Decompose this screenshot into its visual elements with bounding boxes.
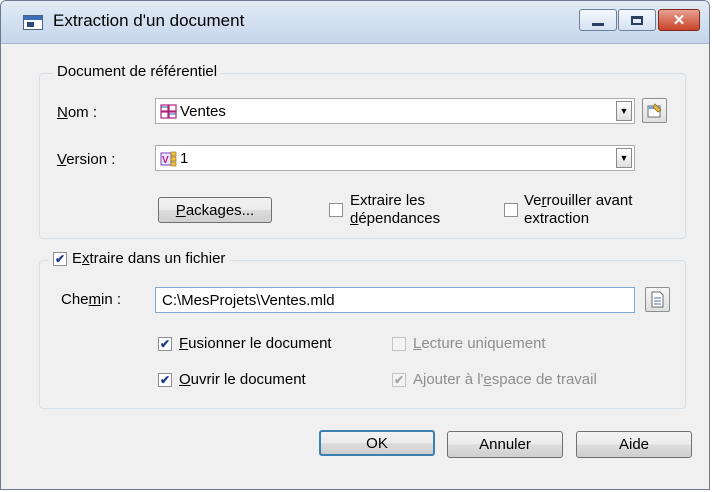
version-label: Version : xyxy=(57,151,116,168)
extract-to-file-legend: ✔ Extraire dans un fichier xyxy=(49,250,230,267)
help-button-label: Aide xyxy=(618,436,650,453)
add-to-workspace-checkbox[interactable]: ✔ xyxy=(392,373,406,387)
window-icon xyxy=(23,15,43,30)
close-button[interactable]: ✕ xyxy=(658,9,700,31)
lock-before-extraction-checkbox[interactable] xyxy=(504,203,518,217)
window-title: Extraction d'un document xyxy=(53,11,245,30)
name-combobox[interactable]: Ventes ▼ xyxy=(155,98,635,124)
extract-dependencies-checkbox[interactable] xyxy=(329,203,343,217)
browse-file-icon xyxy=(651,291,664,308)
version-combobox[interactable]: V 1 ▼ xyxy=(155,145,635,171)
merge-document-label: Fusionner le document xyxy=(179,335,332,352)
extract-to-file-label: Extraire dans un fichier xyxy=(72,250,226,267)
path-input[interactable] xyxy=(155,287,635,313)
extraction-dialog: Extraction d'un document ✕ Document de r… xyxy=(0,0,710,490)
add-to-workspace-label: Ajouter à l'espace de travail xyxy=(413,371,597,388)
model-icon xyxy=(160,104,177,119)
path-label: Chemin : xyxy=(61,291,122,308)
ok-button[interactable]: OK xyxy=(319,430,435,456)
read-only-label: Lecture uniquement xyxy=(413,335,546,352)
cancel-button[interactable]: Annuler xyxy=(447,431,563,458)
name-label: Nom : xyxy=(57,104,98,121)
title-bar: Extraction d'un document ✕ xyxy=(1,1,709,44)
packages-button[interactable]: Packages... xyxy=(158,197,272,223)
properties-button[interactable] xyxy=(642,98,667,123)
repository-group-legend: Document de référentiel xyxy=(53,63,222,80)
version-value: 1 xyxy=(180,150,189,167)
name-value: Ventes xyxy=(180,103,226,120)
open-document-label: Ouvrir le document xyxy=(179,371,306,388)
help-button[interactable]: Aide xyxy=(576,431,692,458)
merge-document-checkbox[interactable]: ✔ xyxy=(158,337,172,351)
ok-button-label: OK xyxy=(366,434,388,452)
minimize-button[interactable] xyxy=(579,9,617,31)
extract-to-file-checkbox[interactable]: ✔ xyxy=(53,251,67,266)
browse-button[interactable] xyxy=(645,287,670,312)
open-document-checkbox[interactable]: ✔ xyxy=(158,373,172,387)
maximize-icon xyxy=(631,15,643,25)
extract-dependencies-label: Extraire les dépendances xyxy=(350,192,441,227)
properties-icon xyxy=(647,103,662,118)
maximize-button[interactable] xyxy=(618,9,656,31)
name-dropdown-arrow-icon[interactable]: ▼ xyxy=(616,101,632,121)
svg-text:V: V xyxy=(162,155,169,166)
close-icon: ✕ xyxy=(672,12,686,29)
packages-button-label: Packages... xyxy=(175,201,255,219)
read-only-checkbox[interactable] xyxy=(392,337,406,351)
cancel-button-label: Annuler xyxy=(479,436,531,453)
minimize-icon xyxy=(592,22,604,26)
lock-before-extraction-label: Verrouiller avant extraction xyxy=(524,192,633,227)
version-icon: V xyxy=(160,151,177,167)
version-dropdown-arrow-icon[interactable]: ▼ xyxy=(616,148,632,168)
